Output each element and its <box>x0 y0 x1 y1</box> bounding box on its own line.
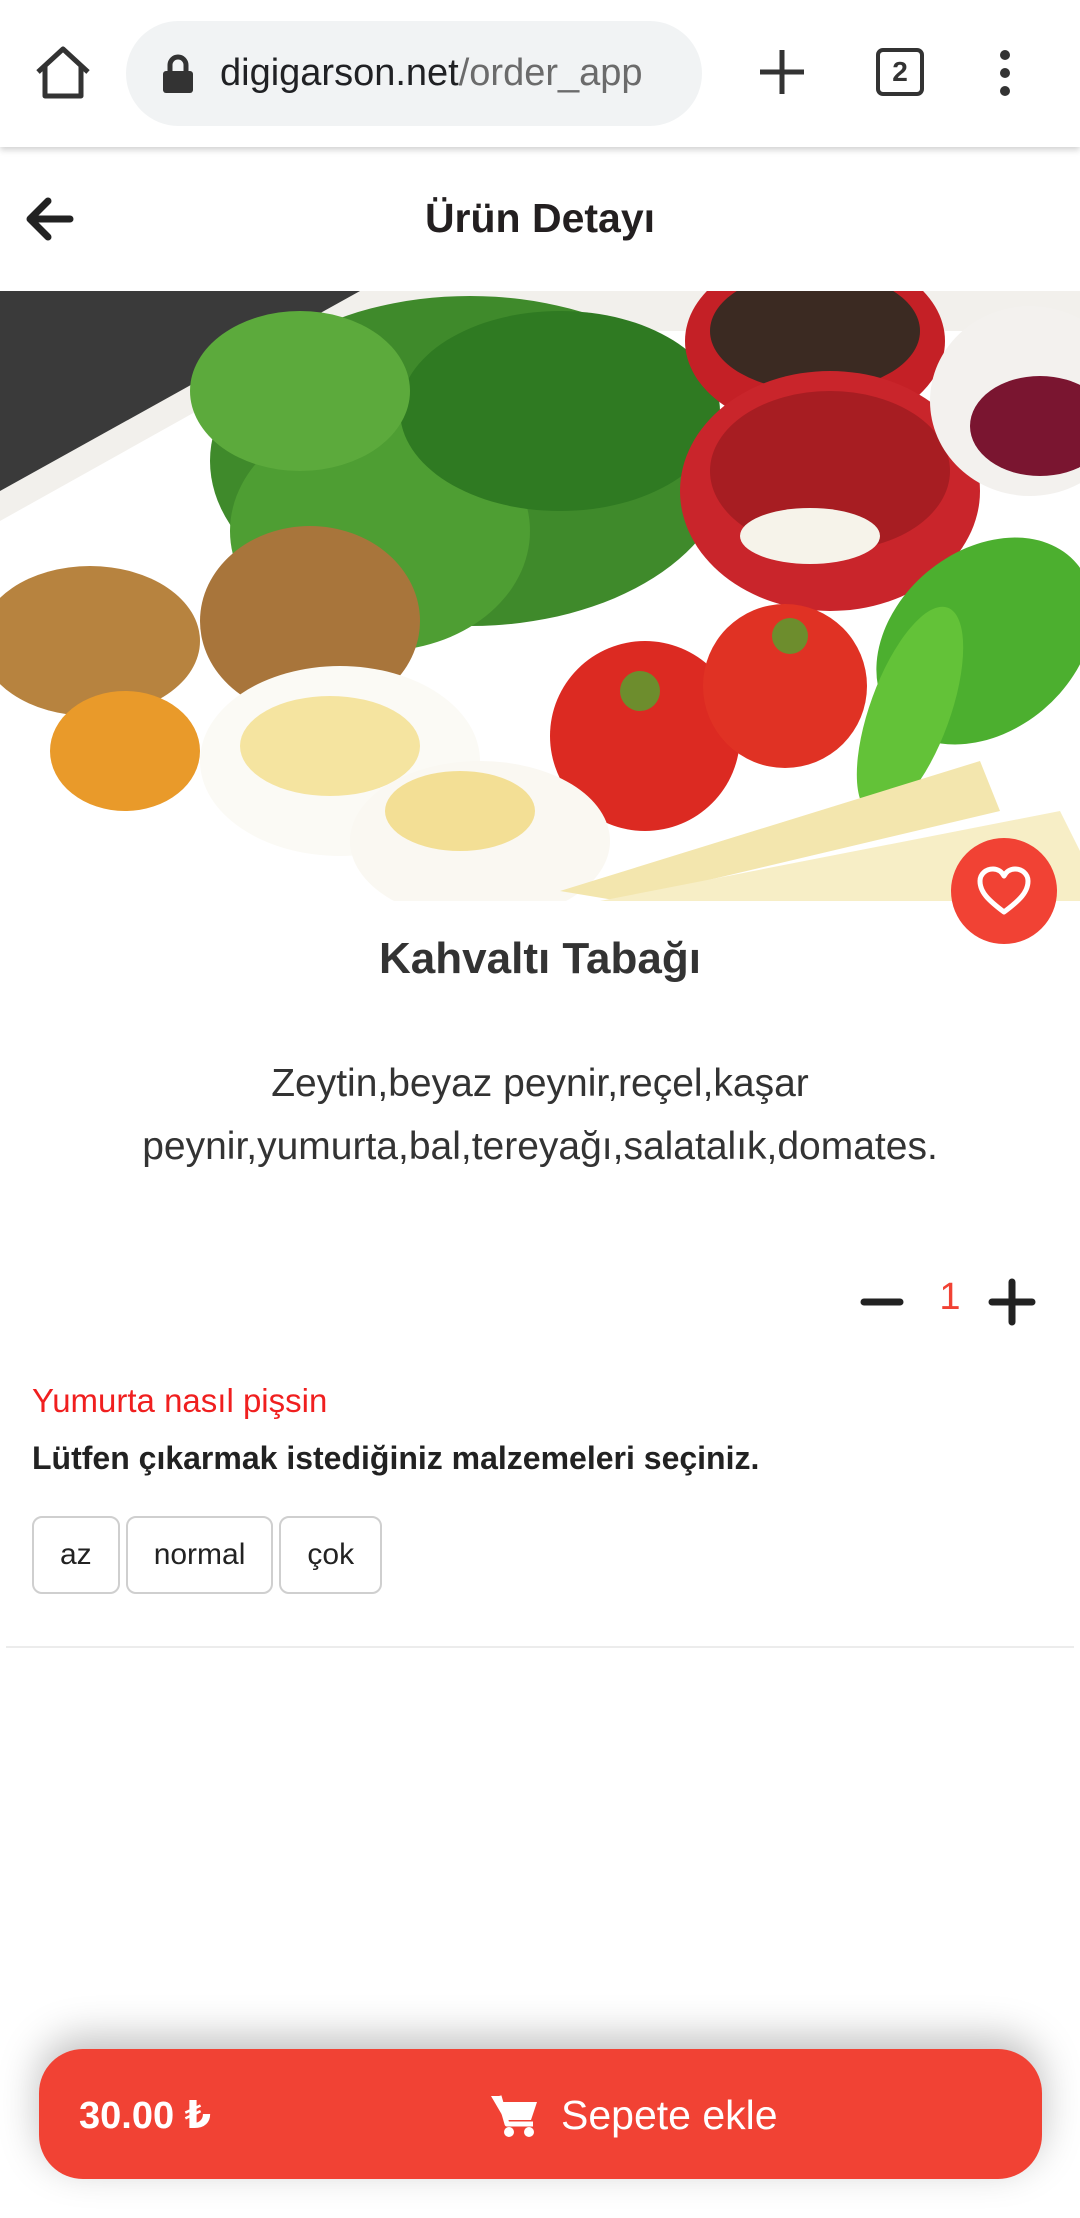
home-icon[interactable] <box>30 40 96 106</box>
quantity-stepper: 1 <box>860 1270 1080 1336</box>
decrease-quantity-button[interactable] <box>860 1280 904 1324</box>
plus-icon <box>988 1278 1036 1326</box>
tab-count: 2 <box>892 56 908 87</box>
option-choice-normal[interactable]: normal <box>125 1516 274 1594</box>
url-path: /order_app <box>458 52 643 94</box>
url-host: digigarson.net <box>220 52 459 94</box>
plus-icon <box>760 50 804 94</box>
new-tab-button[interactable] <box>752 42 812 102</box>
minus-icon <box>860 1298 904 1306</box>
favorite-button[interactable] <box>951 838 1057 944</box>
option-group-title: Yumurta nasıl pişsin <box>32 1382 328 1419</box>
divider <box>6 1646 1074 1648</box>
address-bar[interactable]: digigarson.net/order_app <box>126 21 702 126</box>
product-description: Zeytin,beyaz peynir,reçel,kaşar peynir,y… <box>142 1062 938 1168</box>
product-name: Kahvaltı Tabağı <box>379 934 701 983</box>
option-choices: az normal çok <box>32 1516 388 1594</box>
lock-icon <box>163 54 193 93</box>
increase-quantity-button[interactable] <box>986 1276 1038 1328</box>
option-choice-az[interactable]: az <box>32 1516 120 1594</box>
heart-icon <box>977 866 1031 915</box>
url-text: digigarson.net/order_app <box>220 52 643 95</box>
quantity-value: 1 <box>939 1276 961 1318</box>
add-to-cart-button[interactable]: Sepete ekle <box>489 2075 778 2155</box>
option-group-subtitle: Lütfen çıkarmak istediğiniz malzemeleri … <box>32 1440 760 1476</box>
cart-icon <box>491 2095 537 2137</box>
more-vert-icon[interactable] <box>990 48 1020 98</box>
page-title: Ürün Detayı <box>424 195 656 241</box>
page-header: Ürün Detayı <box>0 147 1080 291</box>
add-to-cart-bar[interactable]: 30.00 ₺ Sepete ekle <box>39 2049 1042 2179</box>
add-to-cart-label: Sepete ekle <box>561 2091 778 2138</box>
price-label: 30.00 ₺ <box>79 2095 212 2137</box>
product-image <box>0 291 1080 901</box>
option-choice-cok[interactable]: çok <box>279 1516 383 1594</box>
tab-switcher-button[interactable]: 2 <box>876 48 926 98</box>
tab-switcher-icon: 2 <box>876 48 924 96</box>
browser-toolbar: digigarson.net/order_app 2 <box>0 0 1080 147</box>
